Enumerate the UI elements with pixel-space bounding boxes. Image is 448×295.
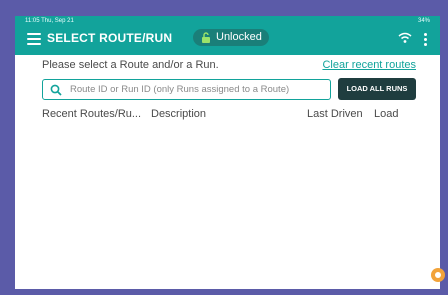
column-header-last-driven[interactable]: Last Driven <box>307 108 363 120</box>
select-prompt: Please select a Route and/or a Run. <box>42 59 219 71</box>
search-input[interactable] <box>70 82 326 97</box>
column-header-description[interactable]: Description <box>151 108 206 120</box>
status-time-date: 11:05 Thu, Sep 21 <box>25 18 74 24</box>
floating-assist-icon[interactable] <box>431 268 445 282</box>
search-field[interactable] <box>42 79 331 100</box>
hamburger-menu-icon[interactable] <box>27 33 41 47</box>
lock-status-label: Unlocked <box>216 31 262 43</box>
status-battery: 34% <box>417 18 430 24</box>
search-icon <box>50 84 62 96</box>
app-window: 11:05 Thu, Sep 21 34% SELECT ROUTE/RUN U… <box>15 16 440 289</box>
wifi-icon[interactable] <box>398 32 412 44</box>
column-header-load[interactable]: Load <box>374 108 398 120</box>
page-title: SELECT ROUTE/RUN <box>47 31 173 45</box>
app-header: 11:05 Thu, Sep 21 34% SELECT ROUTE/RUN U… <box>15 16 440 55</box>
clear-recent-routes-link[interactable]: Clear recent routes <box>322 59 416 71</box>
column-header-recent-routes[interactable]: Recent Routes/Ru... <box>42 108 141 120</box>
lock-status-badge[interactable]: Unlocked <box>193 29 269 46</box>
load-all-runs-button[interactable]: LOAD ALL RUNS <box>338 78 416 100</box>
system-status-bar: 11:05 Thu, Sep 21 34% <box>19 18 436 27</box>
unlock-icon <box>202 32 210 43</box>
more-options-icon[interactable] <box>424 33 428 47</box>
